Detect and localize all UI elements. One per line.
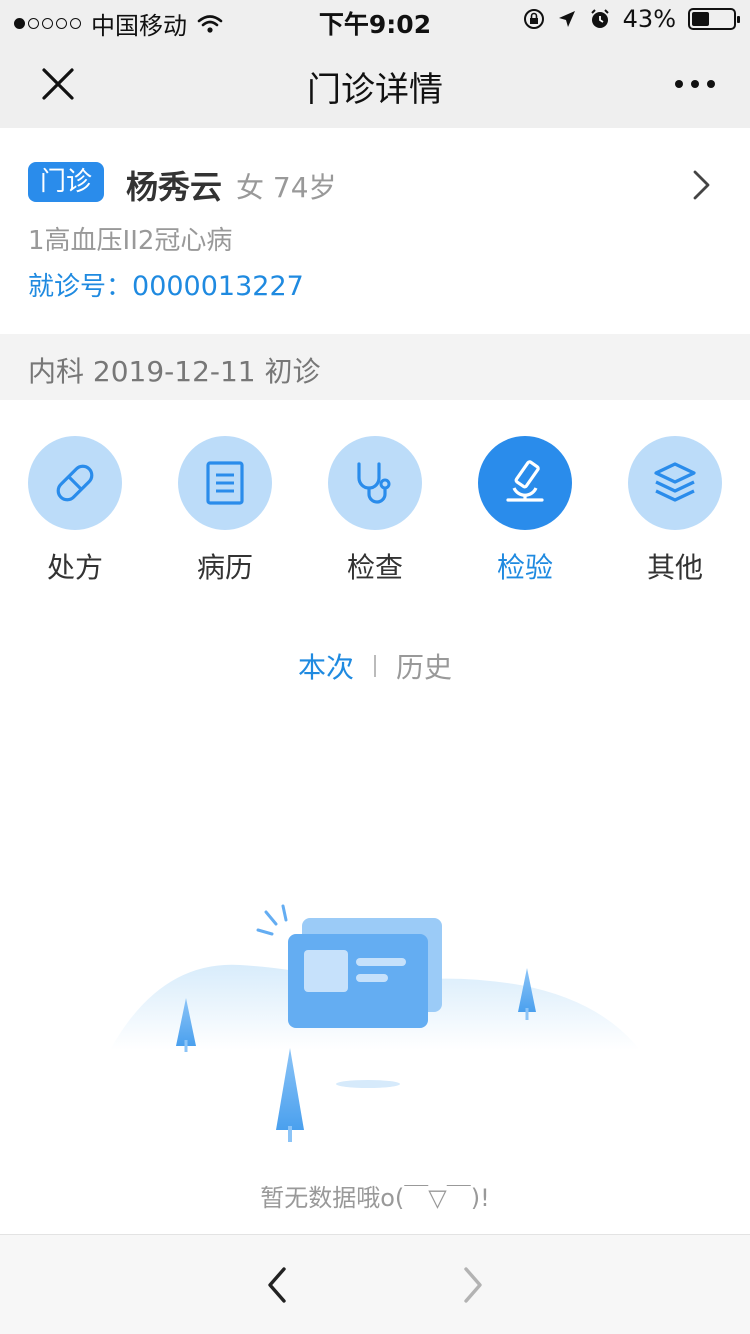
patient-meta: 女 74岁 [236,171,337,204]
visit-number-value: 0000013227 [132,271,304,302]
empty-state-message: 暂无数据哦o(￣▽￣)! [260,1184,490,1212]
location-icon [558,11,575,27]
tab-medical-record[interactable]: 病历 [150,436,300,586]
more-icon[interactable] [670,62,720,106]
back-arrow-icon[interactable] [258,1265,298,1305]
empty-state-illustration [110,904,640,1142]
visit-number: 就诊号：0000013227 [28,266,304,303]
page-title: 门诊详情 [307,70,443,110]
patient-diagnosis: 1高血压II2冠心病 [28,226,233,256]
tab-prescription[interactable]: 处方 [0,436,150,586]
tab-examination[interactable]: 检查 [300,436,450,586]
tab-examination-circle [328,436,422,530]
battery-fill [692,12,710,26]
alarm-icon [590,9,609,28]
document-icon [206,461,244,505]
stethoscope-icon [357,462,391,504]
tab-prescription-label: 处方 [46,551,103,584]
forward-arrow-icon[interactable] [452,1265,492,1305]
patient-card[interactable]: 门诊 杨秀云 女 74岁 1高血压II2冠心病 就诊号：0000013227 [0,128,750,334]
visit-type-badge: 门诊 [28,162,105,202]
tab-lab-test[interactable]: 检验 [450,436,600,586]
tab-other-label: 其他 [646,551,703,584]
department-bar: 内科 2019-12-11 初诊 [0,334,750,400]
tab-medical-record-label: 病历 [196,551,253,584]
patient-name: 杨秀云 [126,168,223,206]
divider [374,655,376,677]
tab-history[interactable]: 历史 [396,646,452,686]
tab-current[interactable]: 本次 [298,646,354,686]
tab-lab-test-label: 检验 [496,551,553,584]
tab-lab-test-circle [478,436,572,530]
category-tabs: 处方 病历 检查 检验 其他 [0,436,750,586]
bottom-nav-bar [0,1234,750,1334]
department-info: 内科 2019-12-11 初诊 [28,355,321,388]
nav-bar: 门诊详情 [0,40,750,128]
battery-icon [688,8,740,30]
page: 中国移动 下午9:02 43% 门诊详情 门诊 杨秀云 女 74岁 1高血压II… [0,0,750,1334]
time-filter-tabs: 本次 历史 [0,646,750,686]
status-right: 43% [523,5,740,33]
tab-examination-label: 检查 [346,551,403,584]
tab-prescription-circle [28,436,122,530]
chevron-right-icon[interactable] [690,168,714,202]
tab-other-circle [628,436,722,530]
microscope-icon [506,460,544,502]
battery-percent: 43% [622,5,676,33]
pill-icon [56,464,94,502]
visit-number-label: 就诊号： [28,272,133,302]
tab-medical-record-circle [178,436,272,530]
status-bar: 中国移动 下午9:02 43% [0,0,750,40]
tab-other[interactable]: 其他 [600,436,750,586]
rotation-lock-icon [523,9,544,29]
layers-icon [654,462,696,502]
